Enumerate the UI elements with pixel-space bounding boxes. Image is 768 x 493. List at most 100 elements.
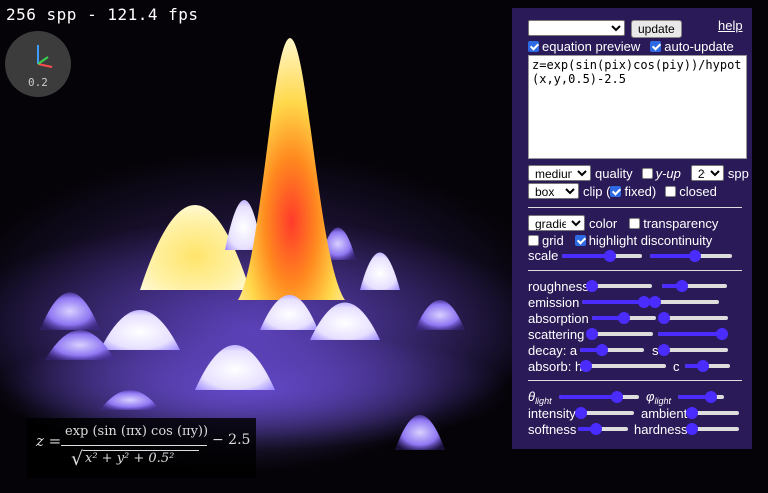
- equation-denominator: x² + y² + 0.5²: [85, 451, 175, 466]
- slider-thumb[interactable]: [715, 328, 728, 340]
- equation-input[interactable]: [528, 55, 747, 159]
- slider-thumb[interactable]: [596, 344, 609, 356]
- slider-thumb[interactable]: [586, 280, 598, 292]
- axis-scale-label: 0.2: [28, 76, 48, 89]
- slider-thumb[interactable]: [705, 391, 718, 403]
- fps-readout: 256 spp - 121.4 fps: [6, 5, 199, 24]
- hardness-slider[interactable]: [686, 422, 739, 436]
- y-up-checkbox[interactable]: [641, 167, 653, 179]
- fraction-bar: [61, 445, 207, 446]
- slider-thumb[interactable]: [618, 312, 630, 324]
- auto-update-checkbox[interactable]: [650, 41, 662, 52]
- highlight-discontinuity-label: highlight discontinuity: [588, 233, 713, 248]
- closed-checkbox[interactable]: [665, 185, 677, 197]
- transparency-label: transparency: [643, 215, 719, 231]
- scattering-slider-2[interactable]: [658, 327, 728, 341]
- quality-row: medium quality y-up 2ª spp: [528, 165, 749, 181]
- roughness-slider-1[interactable]: [586, 279, 652, 293]
- preview-options-row: equation preview auto-update: [528, 39, 734, 54]
- scale-label: scale: [528, 248, 559, 263]
- slider-thumb[interactable]: [686, 407, 698, 419]
- grid-label: grid: [542, 233, 564, 248]
- y-up-label: y-up: [655, 165, 681, 181]
- sqrt-icon: √: [71, 448, 84, 470]
- theta-light-label: θlight: [528, 389, 552, 406]
- divider: [528, 270, 742, 271]
- color-label: color: [589, 215, 618, 231]
- slider-thumb[interactable]: [658, 312, 670, 324]
- divider: [528, 207, 742, 208]
- equation-lhs: z =: [36, 432, 62, 450]
- slider-thumb[interactable]: [610, 391, 623, 403]
- softness-label: softness: [528, 422, 577, 437]
- intensity-slider[interactable]: [574, 406, 634, 420]
- color-select[interactable]: gradient: [528, 215, 585, 231]
- scattering-label: scattering: [528, 327, 585, 342]
- emission-slider-1[interactable]: [582, 295, 650, 309]
- slider-thumb[interactable]: [675, 280, 688, 292]
- quality-select[interactable]: medium: [528, 165, 591, 181]
- equation-preview: z = exp (sin (πx) cos (πy)) √ x² + y² + …: [27, 418, 256, 478]
- phi-light-slider[interactable]: [678, 390, 724, 404]
- emission-slider-2[interactable]: [649, 295, 719, 309]
- fixed-checkbox[interactable]: [610, 185, 622, 197]
- slider-thumb[interactable]: [649, 296, 661, 308]
- phi-light-label: φlight: [646, 389, 671, 406]
- decay-s-slider[interactable]: [658, 343, 728, 357]
- color-row: gradient color transparency: [528, 215, 718, 231]
- theta-light-slider[interactable]: [559, 390, 639, 404]
- scale-slider-1[interactable]: [562, 249, 642, 263]
- equation-preview-label: equation preview: [542, 39, 641, 54]
- softness-slider[interactable]: [578, 422, 628, 436]
- preset-select[interactable]: [528, 20, 625, 36]
- equation-preview-checkbox[interactable]: [528, 41, 539, 52]
- scattering-slider-1[interactable]: [586, 327, 653, 341]
- slider-thumb[interactable]: [580, 360, 592, 372]
- equation-numerator: exp (sin (πx) cos (πy)): [65, 424, 209, 439]
- slider-thumb[interactable]: [686, 423, 698, 435]
- quality-label: quality: [595, 165, 633, 181]
- slider-thumb[interactable]: [697, 360, 709, 372]
- absorption-slider-1[interactable]: [592, 311, 656, 325]
- spp-select[interactable]: 2ª: [690, 165, 724, 181]
- auto-update-label: auto-update: [664, 39, 734, 54]
- absorb-label: absorb: h: [528, 359, 583, 374]
- slider-thumb[interactable]: [574, 407, 587, 419]
- hardness-label: hardness: [634, 422, 688, 437]
- clip-row: box clip ( fixed) closed: [528, 183, 717, 199]
- roughness-label: roughness: [528, 279, 589, 294]
- slider-thumb[interactable]: [637, 296, 650, 308]
- slider-thumb[interactable]: [589, 423, 602, 435]
- ambient-label: ambient: [641, 406, 688, 421]
- fixed-label: fixed): [624, 183, 657, 199]
- slider-thumb[interactable]: [604, 250, 616, 262]
- grid-row: grid highlight discontinuity: [528, 233, 712, 248]
- slider-thumb[interactable]: [658, 344, 670, 356]
- emission-label: emission: [528, 295, 580, 310]
- decay-a-slider[interactable]: [580, 343, 644, 357]
- absorb-c-label: c: [673, 359, 680, 374]
- absorption-label: absorption: [528, 311, 589, 326]
- absorption-slider-2[interactable]: [658, 311, 728, 325]
- help-link[interactable]: help: [718, 18, 743, 33]
- update-button[interactable]: update: [631, 20, 682, 38]
- transparency-checkbox[interactable]: [629, 217, 641, 229]
- divider: [528, 380, 742, 381]
- decay-label: decay: a: [528, 343, 578, 358]
- clip-select[interactable]: box: [528, 183, 579, 199]
- roughness-slider-2[interactable]: [662, 279, 727, 293]
- absorb-c-slider[interactable]: [685, 359, 730, 373]
- closed-label: closed: [679, 183, 717, 199]
- clip-label: clip (: [583, 183, 611, 199]
- highlight-discontinuity-checkbox[interactable]: [574, 235, 586, 246]
- scale-slider-2[interactable]: [650, 249, 732, 263]
- intensity-label: intensity: [528, 406, 576, 421]
- slider-thumb[interactable]: [689, 250, 702, 262]
- spp-label: spp: [727, 165, 749, 181]
- equation-rhs: − 2.5: [212, 432, 251, 448]
- ambient-slider[interactable]: [686, 406, 739, 420]
- grid-checkbox[interactable]: [528, 235, 539, 246]
- absorb-h-slider[interactable]: [580, 359, 666, 373]
- slider-thumb[interactable]: [586, 328, 599, 340]
- control-panel: update help equation preview auto-update…: [512, 8, 752, 449]
